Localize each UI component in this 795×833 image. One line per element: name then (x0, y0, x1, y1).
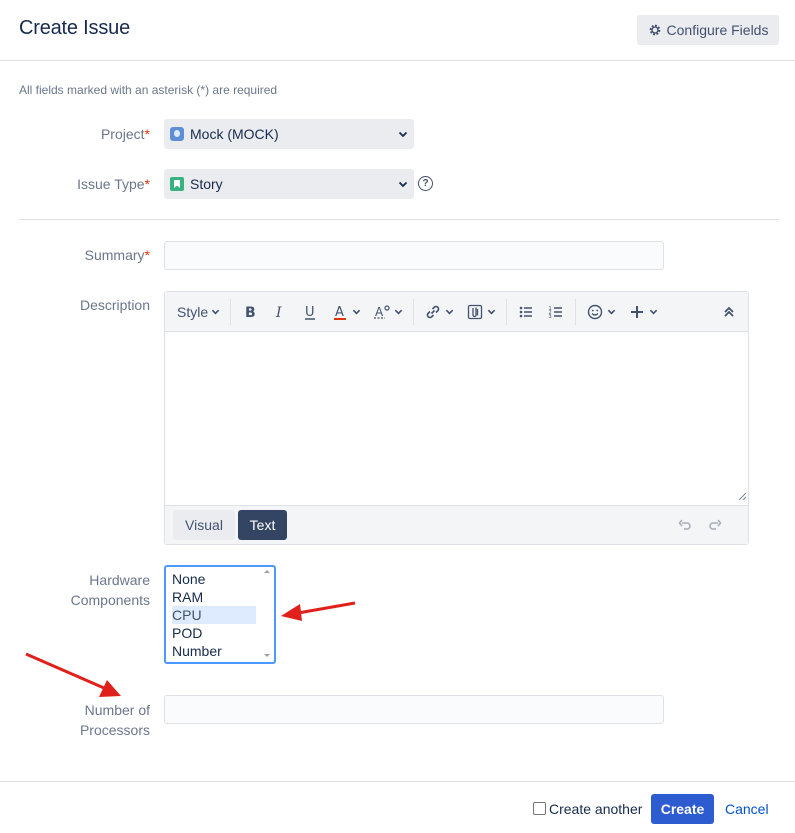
svg-text:U: U (305, 305, 315, 320)
chevron-down-icon (649, 309, 658, 315)
collapse-toolbar-button[interactable] (716, 297, 748, 327)
footer-divider (0, 781, 795, 782)
editor-toolbar: Style B I U A A 1 2 3 (165, 292, 748, 332)
editor-mode-bar: Visual Text (165, 505, 748, 544)
create-another-label[interactable]: Create another (549, 801, 642, 817)
listbox-scrollbar[interactable] (260, 567, 274, 662)
summary-label: Summary* (85, 245, 150, 265)
underline-icon: U (305, 305, 316, 320)
option-pod-number[interactable]: POD Number (172, 624, 256, 659)
create-another-checkbox[interactable] (533, 802, 546, 815)
help-icon[interactable]: ? (418, 176, 433, 191)
option-none[interactable]: None (172, 570, 256, 588)
issue-type-value: Story (190, 176, 223, 192)
cancel-link[interactable]: Cancel (725, 801, 769, 817)
hardware-components-label-line1: Hardware (89, 572, 150, 588)
header-divider (0, 60, 795, 61)
redo-icon[interactable] (708, 518, 722, 532)
attachment-icon (467, 304, 483, 319)
style-label: Style (177, 303, 209, 320)
description-label: Description (79, 297, 150, 313)
hardware-components-listbox[interactable]: None RAM CPU POD Number (164, 565, 276, 664)
option-ram[interactable]: RAM (172, 588, 256, 606)
bullet-list-icon (519, 306, 533, 317)
link-dropdown[interactable] (418, 297, 460, 327)
configure-fields-button[interactable]: Configure Fields (637, 15, 779, 45)
number-of-processors-input[interactable] (164, 695, 664, 724)
issue-type-select[interactable]: Story (164, 169, 414, 199)
project-value: Mock (MOCK) (190, 126, 279, 142)
number-of-processors-label-line1: Number of (84, 702, 150, 718)
insert-more-icon (631, 305, 644, 318)
toolbar-separator (575, 298, 577, 325)
svg-text:B: B (245, 305, 256, 321)
required-asterisk: * (144, 247, 150, 263)
undo-icon[interactable] (678, 518, 692, 532)
description-editor: Style B I U A A 1 2 3 Visual Text (164, 291, 749, 545)
option-cpu[interactable]: CPU (172, 606, 256, 624)
chevron-down-icon (398, 131, 408, 138)
configure-fields-label: Configure Fields (666, 22, 769, 38)
text-color-dropdown[interactable]: A (325, 297, 367, 327)
text-effects-icon: A (374, 305, 390, 319)
required-asterisk: * (144, 176, 150, 192)
svg-text:A: A (335, 305, 344, 320)
dialog-title: Create Issue (19, 17, 130, 39)
emoji-icon (587, 304, 603, 319)
text-effects-dropdown[interactable]: A (367, 297, 409, 327)
italic-icon: I (275, 305, 282, 321)
project-label-text: Project (100, 126, 145, 142)
number-of-processors-label: Number of Processors (80, 700, 150, 740)
emoji-dropdown[interactable] (580, 297, 622, 327)
text-color-icon: A (334, 305, 347, 320)
chevron-down-icon (394, 309, 403, 315)
underline-button[interactable]: U (295, 297, 325, 327)
style-dropdown[interactable]: Style (165, 297, 226, 327)
insert-more-dropdown[interactable] (622, 297, 664, 327)
bullet-list-button[interactable] (511, 297, 541, 327)
attachment-dropdown[interactable] (460, 297, 502, 327)
hardware-components-label-line2: Components (70, 592, 150, 608)
bold-icon: B (245, 305, 256, 321)
collapse-toolbar-icon (724, 306, 734, 317)
gear-icon (649, 24, 660, 36)
required-asterisk: * (144, 126, 150, 142)
hardware-components-label: Hardware Components (71, 570, 150, 610)
annotation-arrow-processors (25, 652, 121, 697)
project-label: Project* (101, 124, 150, 144)
resize-handle-icon[interactable] (738, 492, 746, 500)
toolbar-separator (230, 298, 232, 325)
summary-label-text: Summary (84, 247, 145, 263)
chevron-down-icon (487, 309, 496, 315)
chevron-down-icon (352, 309, 361, 315)
bold-button[interactable]: B (235, 297, 265, 327)
chevron-down-icon (398, 181, 408, 188)
summary-input[interactable] (164, 241, 664, 270)
toolbar-separator (413, 298, 415, 325)
italic-button[interactable]: I (265, 297, 295, 327)
chevron-down-icon (211, 309, 220, 315)
required-note: All fields marked with an asterisk (*) a… (19, 83, 278, 97)
svg-text:A: A (375, 305, 384, 319)
link-icon (426, 305, 440, 318)
project-select[interactable]: Mock (MOCK) (164, 119, 414, 149)
create-button[interactable]: Create (651, 794, 714, 824)
svg-text:I: I (275, 305, 282, 321)
chevron-down-icon (445, 309, 454, 315)
annotation-arrow-hardware (281, 601, 356, 621)
numbered-list-icon: 123 (549, 306, 563, 320)
numbered-list-button[interactable]: 123 (541, 297, 571, 327)
story-icon (170, 177, 184, 191)
number-of-processors-label-line2: Processors (79, 722, 150, 738)
visual-mode-tab[interactable]: Visual (173, 510, 235, 540)
issue-type-label-text: Issue Type (77, 176, 145, 192)
issue-type-label: Issue Type* (77, 174, 150, 194)
svg-text:3: 3 (549, 314, 552, 320)
section-divider (19, 219, 779, 220)
text-mode-tab[interactable]: Text (238, 510, 287, 540)
project-avatar-icon (170, 127, 184, 141)
toolbar-separator (506, 298, 508, 325)
chevron-down-icon (607, 309, 616, 315)
description-textarea[interactable] (165, 333, 748, 505)
